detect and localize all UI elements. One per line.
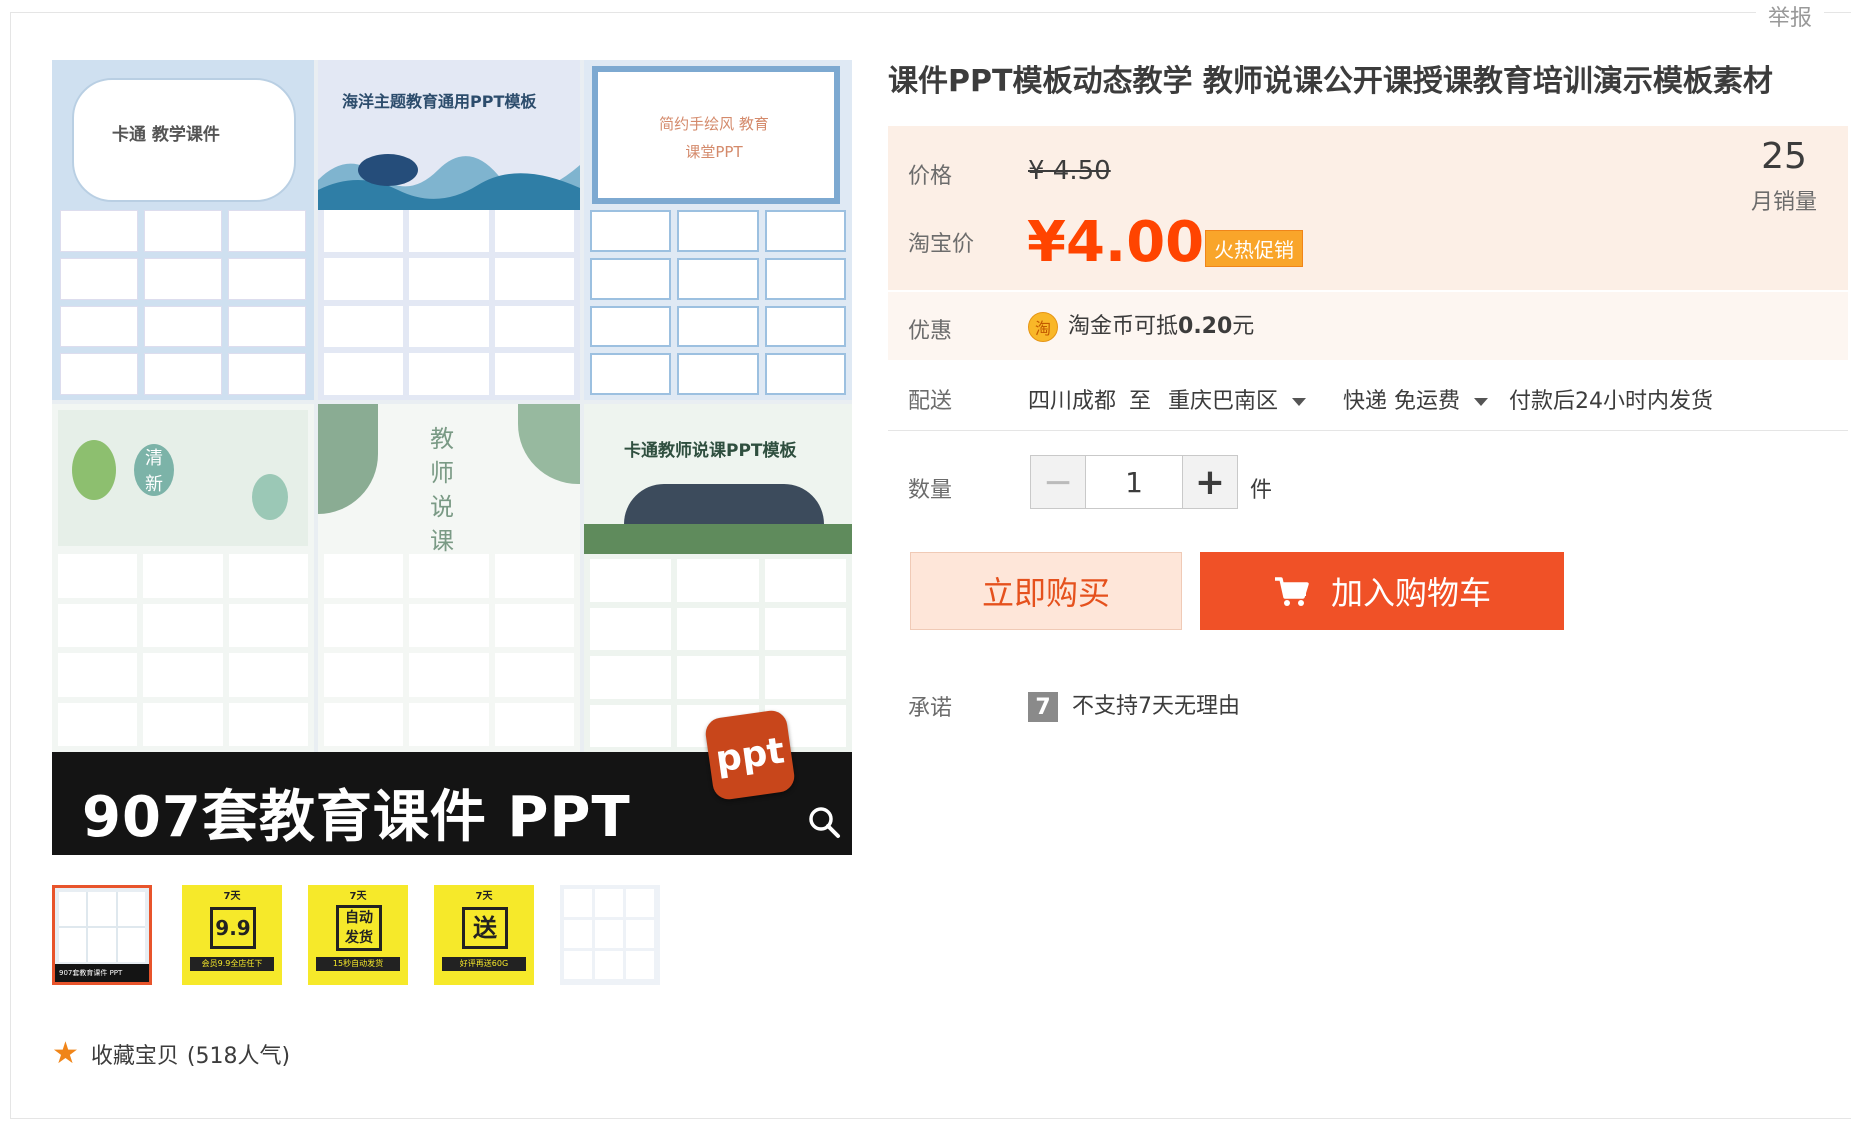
promise-text: 不支持7天无理由: [1072, 694, 1240, 719]
quantity-input[interactable]: 1: [1086, 455, 1182, 509]
preview-tile-2: 海洋主题教育通用PPT模板: [318, 60, 580, 400]
add-to-cart-label: 加入购物车: [1330, 574, 1491, 612]
divider: [888, 430, 1848, 431]
dispatch-text: 付款后24小时内发货: [1509, 389, 1714, 414]
quantity-increase-button[interactable]: +: [1182, 455, 1238, 509]
chevron-down-icon: [1474, 398, 1489, 406]
zoom-icon[interactable]: [806, 804, 842, 840]
thumbnail-bottom: 15秒自动发货: [316, 957, 400, 971]
thumbnail-top: 7天: [349, 891, 367, 902]
tile-title: 教 师 说 课: [430, 425, 454, 555]
discount-text: 淘金币可抵: [1068, 314, 1179, 339]
taobao-price-label: 淘宝价: [908, 232, 975, 257]
product-title: 课件PPT模板动态教学 教师说课公开课授课教育培训演示模板素材: [888, 64, 1773, 99]
shipping-selector[interactable]: 快递 免运费: [1343, 389, 1489, 414]
discount-info: 淘淘金币可抵0.20元: [1028, 308, 1254, 342]
discount-unit: 元: [1232, 314, 1255, 339]
thumbnail-top: 7天: [223, 891, 241, 902]
quantity-stepper: − 1 +: [1030, 455, 1238, 509]
delivery-to: 至: [1129, 389, 1152, 414]
taobao-coin-icon: 淘: [1028, 312, 1058, 342]
current-price: ¥4.00: [1027, 210, 1205, 275]
preview-tile-1: 卡通 教学课件: [52, 60, 314, 400]
chevron-down-icon: [1292, 398, 1307, 406]
preview-tile-4: 清 新: [52, 404, 314, 752]
ppt-logo: ppt: [703, 708, 797, 802]
thumbnail-3[interactable]: 7天 自动发货 15秒自动发货: [308, 885, 408, 985]
buy-now-button[interactable]: 立即购买: [910, 552, 1182, 630]
tile-title: 海洋主题教育通用PPT模板: [342, 92, 537, 111]
monthly-sales-count: 25: [1761, 136, 1807, 177]
star-icon: ★: [52, 1036, 79, 1071]
tile-title: 清 新: [134, 444, 174, 496]
thumbnail-bottom: 会员9.9全店任下: [190, 957, 274, 971]
quantity-unit: 件: [1250, 478, 1273, 503]
tile-title: 卡通教师说课PPT模板: [624, 441, 797, 461]
thumbnail-1[interactable]: 907套教育课件 PPT: [52, 885, 152, 985]
thumbnail-big: 送: [462, 907, 508, 949]
tile-title: 简约手绘风 教育课堂PPT: [659, 115, 769, 161]
banner-text: 907套教育课件 PPT: [82, 785, 631, 850]
delivery-info: 四川成都 至 重庆巴南区 快递 免运费 付款后24小时内发货: [1028, 383, 1713, 415]
thumbnail-top: 7天: [475, 891, 493, 902]
original-price: ¥ 4.50: [1028, 156, 1111, 186]
destination-text: 重庆巴南区: [1168, 389, 1279, 414]
thumbnail-5[interactable]: [560, 885, 660, 985]
price-label: 价格: [908, 164, 953, 189]
preview-tile-5: 教 师 说 课: [318, 404, 580, 752]
delivery-origin: 四川成都: [1028, 389, 1117, 414]
preview-tile-6: 卡通教师说课PPT模板: [584, 404, 852, 752]
report-link[interactable]: 举报: [1755, 0, 1824, 32]
quantity-decrease-button[interactable]: −: [1030, 455, 1086, 509]
discount-label: 优惠: [908, 319, 953, 344]
tile-title: 卡通 教学课件: [112, 125, 220, 145]
quantity-label: 数量: [908, 478, 953, 503]
preview-tile-3: 简约手绘风 教育课堂PPT: [584, 60, 852, 400]
thumbnail-4[interactable]: 7天 送 好评再送60G: [434, 885, 534, 985]
add-to-cart-button[interactable]: 加入购物车: [1200, 552, 1564, 630]
thumbnail-big: 9.9: [210, 907, 256, 949]
destination-selector[interactable]: 重庆巴南区: [1168, 389, 1307, 414]
promise-info: 7 不支持7天无理由: [1028, 688, 1240, 722]
thumbnail-bottom: 好评再送60G: [442, 957, 526, 971]
cart-icon: [1274, 577, 1309, 606]
thumbnail-2[interactable]: 7天 9.9 会员9.9全店任下: [182, 885, 282, 985]
favorite-link[interactable]: ★ 收藏宝贝 (518人气): [52, 1036, 290, 1071]
favorite-label: 收藏宝贝: [90, 1043, 179, 1069]
discount-amount: 0.20: [1178, 314, 1233, 339]
favorite-count: (518人气): [186, 1043, 291, 1069]
seven-day-badge-icon: 7: [1028, 692, 1058, 722]
shipping-text: 快递 免运费: [1343, 389, 1461, 414]
promo-tag: 火热促销: [1205, 230, 1303, 267]
thumbnail-big: 自动发货: [336, 905, 382, 951]
thumbnail-label: 907套教育课件 PPT: [55, 964, 149, 982]
promise-label: 承诺: [908, 696, 953, 721]
monthly-sales-label: 月销量: [1750, 190, 1817, 215]
delivery-label: 配送: [908, 389, 953, 414]
